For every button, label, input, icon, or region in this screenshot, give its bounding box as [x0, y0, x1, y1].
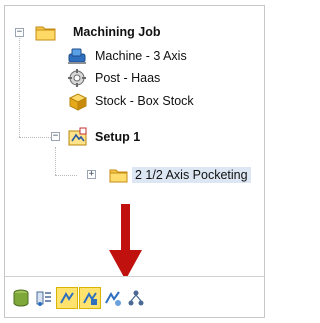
- machine-icon: [68, 48, 86, 64]
- stock-box-icon: [68, 93, 88, 111]
- toolpath-c-button[interactable]: [102, 287, 124, 309]
- red-arrow-annotation: [109, 204, 142, 280]
- collapse-setup-toggle[interactable]: −: [51, 132, 60, 141]
- network-icon: [128, 290, 144, 306]
- post-processor-icon: [68, 69, 86, 87]
- expand-operation-toggle[interactable]: +: [87, 170, 96, 179]
- tree-node-label: Setup 1: [95, 130, 141, 144]
- bottom-toolbar: [5, 276, 264, 317]
- tool-list-button[interactable]: [33, 287, 55, 309]
- tree-node-label: 2 1/2 Axis Pocketing: [132, 167, 251, 183]
- job-manager-panel: − Machining Job Machine - 3 Axis Post - …: [4, 5, 265, 318]
- tree-node-machine[interactable]: Machine - 3 Axis: [67, 45, 187, 67]
- database-button[interactable]: [10, 287, 32, 309]
- tree-node-label: Machining Job: [73, 25, 161, 39]
- setup-icon: [68, 127, 87, 146]
- toolpath-b-icon: [83, 292, 97, 305]
- toolpath-c-icon: [105, 291, 121, 306]
- toolpath-a-button[interactable]: [56, 287, 78, 309]
- folder-icon: [35, 26, 56, 41]
- network-button[interactable]: [125, 287, 147, 309]
- tree-connector: [55, 147, 56, 175]
- collapse-machining-job-toggle[interactable]: −: [15, 28, 24, 37]
- toolpath-a-icon: [60, 292, 74, 304]
- tool-list-icon: [36, 291, 51, 306]
- tree-node-machining-job[interactable]: Machining Job: [35, 21, 161, 43]
- tree-node-setup[interactable]: Setup 1: [67, 126, 140, 148]
- tree-node-post[interactable]: Post - Haas: [67, 67, 160, 89]
- tree-connector: [19, 137, 51, 138]
- tree-node-label: Machine - 3 Axis: [95, 49, 187, 63]
- toolpath-b-button[interactable]: [79, 287, 101, 309]
- tree-connector: [55, 175, 77, 176]
- folder-icon: [109, 169, 128, 183]
- tree-connector: [19, 33, 20, 137]
- tree-node-label: Post - Haas: [95, 71, 161, 85]
- tree-node-stock[interactable]: Stock - Box Stock: [67, 90, 194, 112]
- tree-node-operation[interactable]: 2 1/2 Axis Pocketing: [109, 164, 251, 186]
- tree-node-label: Stock - Box Stock: [95, 94, 194, 108]
- database-icon: [13, 289, 29, 307]
